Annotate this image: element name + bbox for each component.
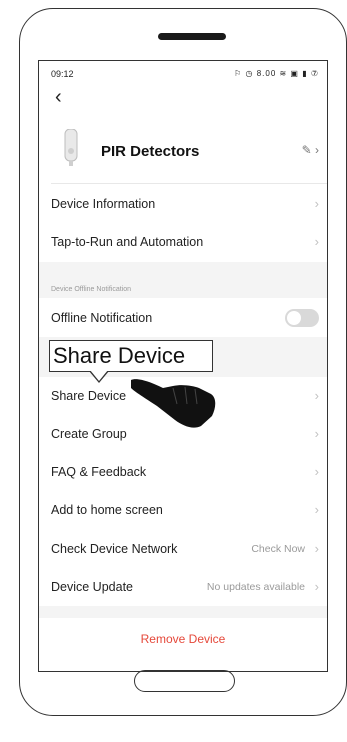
pointing-hand-icon (131, 379, 216, 428)
chevron-right-icon: › (314, 541, 319, 556)
device-header: PIR Detectors ✎ › (39, 129, 327, 175)
row-value: Check Now (251, 543, 305, 555)
row-label: Device Update (51, 580, 133, 594)
section-label: Device Offline Notification (51, 286, 132, 293)
chevron-right-icon: › (314, 426, 319, 441)
share-device-callout: Share Device (49, 340, 213, 372)
chevron-right-icon: › (314, 196, 319, 211)
status-time: 09:12 (51, 69, 74, 79)
row-label: Add to home screen (51, 503, 163, 517)
row-label: FAQ & Feedback (51, 465, 147, 479)
back-chevron-icon[interactable]: ‹ (55, 87, 62, 107)
chevron-right-icon: › (314, 464, 319, 479)
row-faq[interactable]: FAQ & Feedback › (39, 453, 327, 491)
divider (51, 183, 327, 184)
chevron-right-icon: › (314, 388, 319, 403)
row-add-home[interactable]: Add to home screen › (39, 491, 327, 529)
section-offline: Device Offline Notification (39, 262, 327, 298)
callout-tail-fill (90, 370, 108, 381)
offline-toggle[interactable] (285, 309, 319, 327)
row-label: Offline Notification (51, 311, 153, 325)
toggle-knob (287, 311, 301, 325)
home-button (134, 670, 235, 692)
status-icons: ⚐ ◷ 8.00 ≋ ▣ ▮ ⑦ (234, 69, 319, 78)
phone-speaker (158, 33, 226, 40)
device-name: PIR Detectors (101, 143, 200, 160)
chevron-right-icon: › (314, 579, 319, 594)
row-device-update[interactable]: Device Update No updates available › (39, 568, 327, 606)
status-bar: 09:12 ⚐ ◷ 8.00 ≋ ▣ ▮ ⑦ (51, 69, 319, 83)
row-label: Create Group (51, 427, 127, 441)
remove-device-button[interactable]: Remove Device (39, 617, 327, 661)
row-label: Share Device (51, 389, 127, 403)
row-value: No updates available (206, 581, 305, 593)
row-label: Device Information (51, 197, 156, 211)
chevron-right-icon: › (314, 234, 319, 249)
edit-icon[interactable]: ✎ › (302, 143, 319, 157)
pir-sensor-icon (64, 129, 78, 166)
row-check-network[interactable]: Check Device Network Check Now › (39, 530, 327, 568)
row-label: Tap-to-Run and Automation (51, 235, 204, 249)
row-tap-to-run[interactable]: Tap-to-Run and Automation › (39, 223, 327, 261)
app-screen: 09:12 ⚐ ◷ 8.00 ≋ ▣ ▮ ⑦ ‹ PIR Detectors ✎… (38, 60, 328, 672)
chevron-right-icon: › (314, 502, 319, 517)
row-label: Check Device Network (51, 542, 178, 556)
row-device-information[interactable]: Device Information › (39, 185, 327, 223)
row-offline-notification: Offline Notification (39, 299, 327, 337)
